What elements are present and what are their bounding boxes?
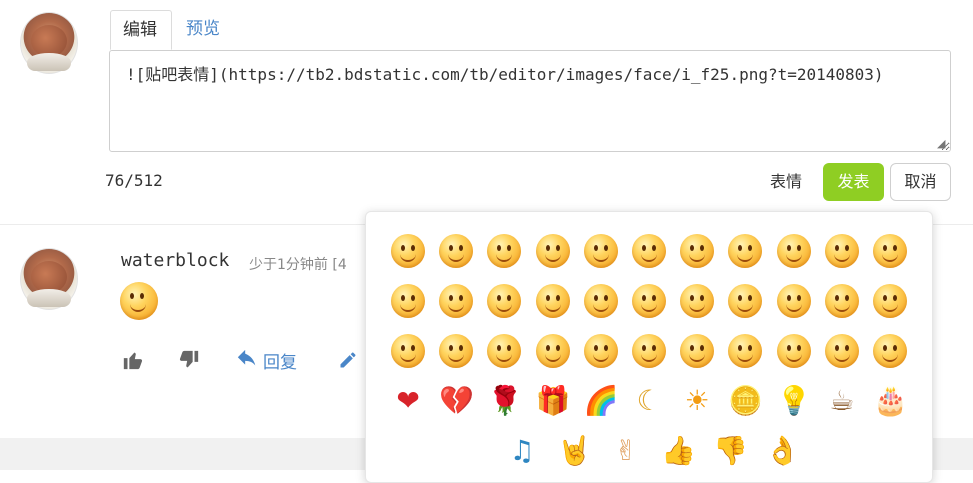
emoji-gift-icon[interactable]: 🎁 (529, 377, 577, 425)
emoji-sun-icon[interactable]: ☀ (673, 377, 721, 425)
emoji-row (384, 276, 914, 326)
pencil-icon (340, 352, 356, 368)
emoji-bulb-icon[interactable]: 💡 (770, 377, 818, 425)
emoji-shocked-icon[interactable] (818, 327, 866, 375)
avatar-shirt (27, 289, 71, 307)
emoji-coins-icon[interactable]: 🪙 (721, 377, 769, 425)
emoji-sunglasses-icon[interactable] (577, 227, 625, 275)
emoji-row (384, 326, 914, 376)
emoji-broken-heart-icon[interactable]: 💔 (432, 377, 480, 425)
emoji-picker: ❤ 💔 🌹 🎁 🌈 ☾ ☀ 🪙 💡 ☕ 🎂 ♫ 🤘 ✌ 👍 👎 👌 (365, 211, 933, 483)
emoji-tongue-icon[interactable] (480, 227, 528, 275)
emoji-row: ❤ 💔 🌹 🎁 🌈 ☾ ☀ 🪙 💡 ☕ 🎂 (384, 376, 914, 426)
emoji-sleepy-icon[interactable] (673, 327, 721, 375)
emoji-disgust-icon[interactable] (866, 277, 914, 325)
comment-emoji-smile-icon (120, 282, 160, 322)
emoji-smile-icon[interactable] (384, 227, 432, 275)
emoji-cake-icon[interactable]: 🎂 (866, 377, 914, 425)
emoji-thumbs-up-icon[interactable]: 👍 (652, 427, 704, 475)
emoji-rainbow-icon[interactable]: 🌈 (577, 377, 625, 425)
emoji-cover-mouth-icon[interactable] (432, 327, 480, 375)
thumbs-down-icon (179, 350, 199, 368)
emoji-think-icon[interactable] (432, 277, 480, 325)
emoji-money-icon[interactable] (480, 277, 528, 325)
emoji-rose-icon[interactable]: 🌹 (480, 377, 528, 425)
emoji-tears-icon[interactable] (577, 327, 625, 375)
emoji-hide-icon[interactable] (866, 227, 914, 275)
emoji-grumpy-icon[interactable] (721, 277, 769, 325)
emoji-row (384, 226, 914, 276)
resize-handle-icon[interactable]: ◢ (937, 138, 949, 150)
emoji-cry-icon[interactable] (770, 227, 818, 275)
emoji-laugh-icon[interactable] (432, 227, 480, 275)
reply-icon (237, 349, 256, 366)
emoji-vomit-icon[interactable] (866, 327, 914, 375)
emoji-music-icon[interactable]: ♫ (496, 427, 548, 475)
cancel-button[interactable]: 取消 (890, 163, 951, 201)
emoji-sick-icon[interactable] (625, 277, 673, 325)
avatar-shirt (27, 53, 71, 71)
emoji-giggle-icon[interactable] (480, 327, 528, 375)
emoji-furious-icon[interactable] (770, 327, 818, 375)
dislike-button[interactable] (178, 348, 200, 372)
emoji-sweat-icon[interactable] (721, 227, 769, 275)
emoji-scared-icon[interactable] (721, 327, 769, 375)
like-button[interactable] (122, 348, 144, 372)
emoji-grimace-icon[interactable] (529, 227, 577, 275)
emoji-victory-icon[interactable]: ✌ (600, 427, 652, 475)
emoji-pleading-icon[interactable] (625, 327, 673, 375)
comment-time: 少于1分钟前 [4 (249, 257, 347, 273)
tab-edit[interactable]: 编辑 (110, 10, 172, 50)
thumbs-up-icon (123, 352, 143, 370)
char-counter: 76/512 (105, 171, 163, 190)
reply-label: 回复 (263, 352, 297, 373)
emoji-surprised-icon[interactable] (673, 277, 721, 325)
post-button[interactable]: 发表 (823, 163, 884, 201)
emoji-love-eyes-icon[interactable] (770, 277, 818, 325)
emoji-tea-icon[interactable]: ☕ (818, 377, 866, 425)
reply-button[interactable]: 回复 (235, 348, 297, 373)
emoji-happy-icon[interactable] (673, 227, 721, 275)
emoji-cheeky-icon[interactable] (529, 327, 577, 375)
emoji-thumbs-down-icon[interactable]: 👎 (704, 427, 756, 475)
comment-username[interactable]: waterblock (121, 250, 229, 271)
emoji-angry-icon[interactable] (625, 227, 673, 275)
emoji-blush-icon[interactable] (577, 277, 625, 325)
tab-preview[interactable]: 预览 (174, 10, 234, 50)
edit-button[interactable] (338, 348, 358, 372)
emoji-button[interactable]: 表情 (760, 163, 812, 201)
current-user-avatar (20, 12, 78, 74)
emoji-grin-icon[interactable] (384, 327, 432, 375)
emoji-row: ♫ 🤘 ✌ 👍 👎 👌 (384, 426, 914, 476)
emoji-wink-icon[interactable] (818, 277, 866, 325)
emoji-moon-icon[interactable]: ☾ (625, 377, 673, 425)
emoji-shy-icon[interactable] (818, 227, 866, 275)
emoji-hearts-icon[interactable]: ❤ (384, 377, 432, 425)
emoji-ok-hand-icon[interactable]: 👌 (756, 427, 808, 475)
emoji-grid: ❤ 💔 🌹 🎁 🌈 ☾ ☀ 🪙 💡 ☕ 🎂 ♫ 🤘 ✌ 👍 👎 👌 (384, 226, 914, 476)
comment-avatar[interactable] (20, 248, 78, 310)
emoji-confused-icon[interactable] (529, 277, 577, 325)
emoji-rock-hand-icon[interactable]: 🤘 (548, 427, 600, 475)
comment-textarea[interactable]: ![贴吧表情](https://tb2.bdstatic.com/tb/edit… (109, 50, 951, 152)
emoji-annoyed-icon[interactable] (384, 277, 432, 325)
